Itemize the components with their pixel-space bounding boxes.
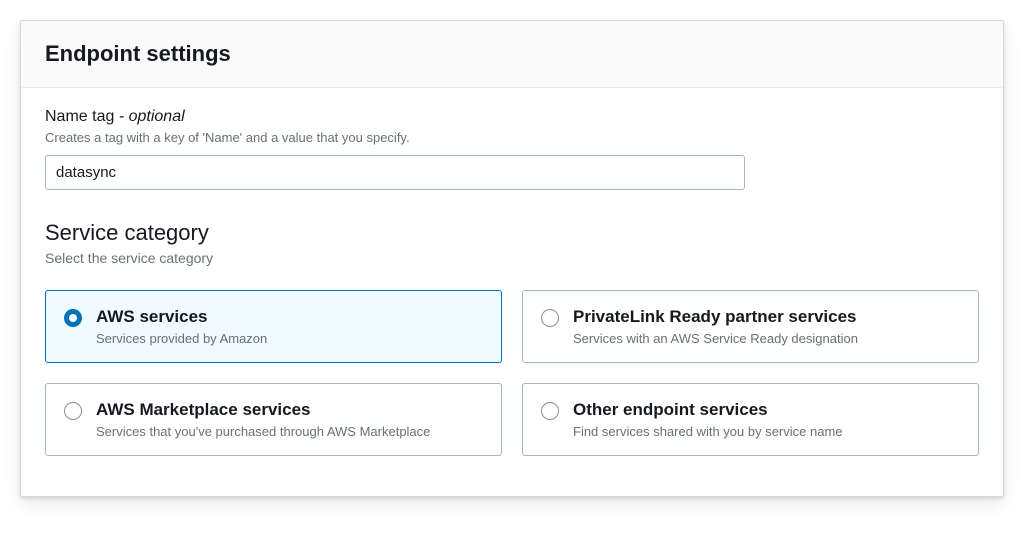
radio-title: Other endpoint services [573,400,960,420]
name-tag-input[interactable] [45,155,745,190]
radio-icon [541,309,559,327]
radio-text: PrivateLink Ready partner services Servi… [573,307,960,346]
radio-desc: Find services shared with you by service… [573,424,960,439]
service-category-hint: Select the service category [45,250,979,266]
panel-body: Name tag - optional Creates a tag with a… [21,88,1003,496]
name-tag-label: Name tag - optional [45,108,979,126]
radio-text: AWS services Services provided by Amazon [96,307,483,346]
endpoint-settings-panel: Endpoint settings Name tag - optional Cr… [20,20,1004,497]
radio-text: Other endpoint services Find services sh… [573,400,960,439]
radio-title: PrivateLink Ready partner services [573,307,960,327]
radio-option-other[interactable]: Other endpoint services Find services sh… [522,383,979,456]
name-tag-optional: - optional [114,108,184,125]
radio-icon [64,309,82,327]
panel-header: Endpoint settings [21,21,1003,88]
service-category-options: AWS services Services provided by Amazon… [45,290,979,456]
radio-icon [64,402,82,420]
radio-desc: Services that you've purchased through A… [96,424,483,439]
radio-option-privatelink[interactable]: PrivateLink Ready partner services Servi… [522,290,979,363]
name-tag-hint: Creates a tag with a key of 'Name' and a… [45,130,979,145]
service-category-title: Service category [45,220,979,246]
radio-option-marketplace[interactable]: AWS Marketplace services Services that y… [45,383,502,456]
panel-title: Endpoint settings [45,41,979,67]
radio-desc: Services with an AWS Service Ready desig… [573,331,960,346]
radio-title: AWS Marketplace services [96,400,483,420]
radio-icon [541,402,559,420]
radio-option-aws-services[interactable]: AWS services Services provided by Amazon [45,290,502,363]
radio-title: AWS services [96,307,483,327]
radio-desc: Services provided by Amazon [96,331,483,346]
name-tag-label-text: Name tag [45,108,114,125]
radio-text: AWS Marketplace services Services that y… [96,400,483,439]
